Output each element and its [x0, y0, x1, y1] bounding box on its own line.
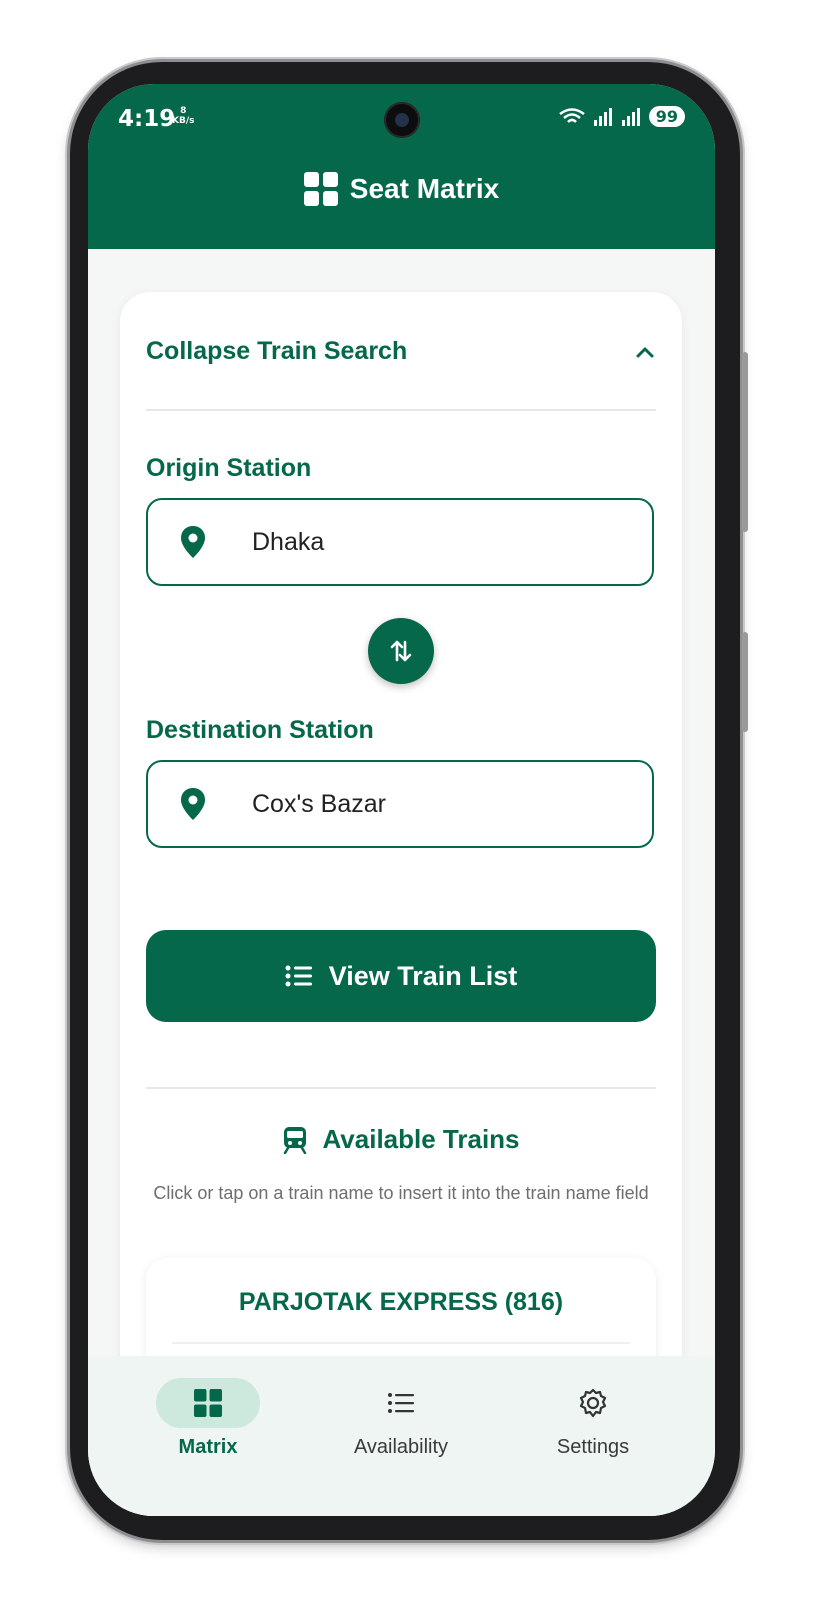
view-train-list-button[interactable]: View Train List	[146, 930, 656, 1022]
collapse-search-label: Collapse Train Search	[146, 337, 408, 365]
nav-matrix-label: Matrix	[178, 1436, 238, 1458]
app-header: 4:19 8 KB/s 99 Seat Matrix	[88, 84, 715, 249]
signal-icon	[593, 107, 612, 126]
volume-button	[742, 352, 748, 532]
nav-settings[interactable]: Settings	[493, 1378, 693, 1459]
active-indicator	[156, 1378, 260, 1428]
bottom-navigation: Matrix Availability Settings	[88, 1356, 715, 1516]
origin-field[interactable]: Dhaka	[146, 498, 654, 586]
available-trains-hint: Click or tap on a train name to insert i…	[153, 1183, 649, 1203]
status-time: 4:19	[118, 106, 176, 132]
train-name[interactable]: PARJOTAK EXPRESS (816)	[146, 1288, 656, 1317]
power-button	[742, 632, 748, 732]
destination-value: Cox's Bazar	[252, 789, 386, 818]
app-title: Seat Matrix	[349, 173, 500, 204]
nav-availability[interactable]: Availability	[301, 1378, 501, 1459]
train-icon	[284, 1126, 307, 1154]
list-icon	[285, 965, 312, 987]
origin-value: Dhaka	[252, 527, 325, 556]
divider	[146, 1087, 656, 1089]
available-trains-header: Available Trains	[120, 1124, 682, 1155]
grid-icon	[194, 1389, 222, 1417]
network-speed-value: 8	[180, 106, 187, 116]
swap-arrows-icon	[390, 640, 412, 662]
network-speed-unit: KB/s	[172, 116, 195, 126]
divider	[172, 1342, 630, 1344]
location-pin-icon	[181, 788, 205, 820]
nav-settings-label: Settings	[556, 1436, 630, 1458]
grid-logo-icon	[303, 172, 338, 206]
battery-indicator: 99	[648, 106, 685, 127]
location-pin-icon	[181, 526, 205, 558]
divider	[146, 409, 656, 411]
status-icons: 99	[558, 106, 685, 127]
collapse-search-toggle[interactable]: Collapse Train Search	[146, 337, 656, 366]
front-camera	[384, 102, 420, 138]
search-card: Collapse Train Search Origin Station Dha…	[120, 292, 682, 1516]
screen: 4:19 8 KB/s 99 Seat Matrix Collapse Trai…	[88, 84, 715, 1516]
destination-field[interactable]: Cox's Bazar	[146, 760, 654, 848]
origin-label: Origin Station	[146, 454, 312, 482]
gear-icon	[579, 1388, 607, 1418]
list-icon	[388, 1393, 414, 1413]
destination-label: Destination Station	[146, 716, 374, 744]
network-speed: 8 KB/s	[172, 106, 194, 126]
chevron-up-icon[interactable]	[634, 341, 656, 363]
view-train-list-label: View Train List	[328, 960, 518, 991]
nav-matrix[interactable]: Matrix	[108, 1378, 308, 1459]
app-title-row: Seat Matrix	[88, 172, 715, 206]
nav-availability-label: Availability	[353, 1436, 449, 1458]
available-trains-title: Available Trains	[322, 1124, 520, 1154]
signal-icon-2	[621, 107, 640, 126]
wifi-icon	[558, 107, 585, 123]
swap-stations-button[interactable]	[368, 618, 434, 684]
